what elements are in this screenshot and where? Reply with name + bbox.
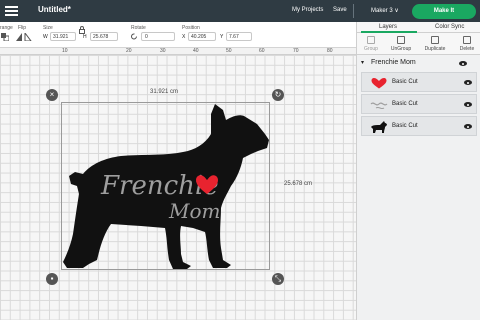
layer-group[interactable]: ▾ Frenchie Mom <box>357 57 480 70</box>
layers-panel: Layers Color Sync Group UnGroup Duplicat… <box>356 22 480 320</box>
save-button[interactable]: Save <box>333 7 347 13</box>
dog-icon <box>371 121 387 133</box>
chevron-down-icon: ∨ <box>394 8 399 14</box>
x-input[interactable]: 40.205 <box>188 32 216 41</box>
tab-layers[interactable]: Layers <box>379 24 397 30</box>
ruler-tick: 60 <box>259 48 265 54</box>
machine-name: Maker 3 <box>371 8 393 14</box>
y-value: 7.67 <box>229 34 239 40</box>
layer-name: Basic Cut <box>392 123 418 129</box>
trash-icon <box>463 36 471 44</box>
make-it-button[interactable]: Make It <box>412 4 476 19</box>
layer-tools: Group UnGroup Duplicate Delete <box>357 33 480 55</box>
delete-label: Delete <box>459 46 475 52</box>
ruler-tick: 20 <box>126 48 132 54</box>
group-button[interactable]: Group <box>359 36 383 52</box>
height-value: 25.678 <box>93 34 109 40</box>
lock-icon[interactable] <box>79 26 85 34</box>
height-dimension: 25.678 cm <box>284 181 313 187</box>
tab-color-sync[interactable]: Color Sync <box>435 24 464 30</box>
ruler-tick: 70 <box>293 48 299 54</box>
rotate-handle-icon[interactable]: ↻ <box>272 89 284 101</box>
group-name: Frenchie Mom <box>371 59 416 66</box>
lock-handle-icon[interactable]: ▪ <box>46 273 58 285</box>
chevron-down-icon[interactable]: ▾ <box>361 59 364 66</box>
ruler-tick: 50 <box>226 48 232 54</box>
visibility-eye-icon[interactable] <box>459 61 467 66</box>
rotate-value: 0 <box>145 34 148 40</box>
duplicate-icon <box>431 36 439 44</box>
design-text-line2: Mom <box>168 199 220 223</box>
resize-handle-icon[interactable]: ⤡ <box>272 273 284 285</box>
duplicate-label: Duplicate <box>424 46 446 52</box>
size-label: Size <box>43 25 53 31</box>
x-label: X <box>182 34 186 40</box>
delete-button[interactable]: Delete <box>455 36 479 52</box>
close-icon[interactable]: × <box>46 89 58 101</box>
divider <box>353 4 354 18</box>
layer-name: Basic Cut <box>392 101 418 107</box>
height-input[interactable]: 25.678 <box>90 32 118 41</box>
ruler-tick: 40 <box>193 48 199 54</box>
duplicate-button[interactable]: Duplicate <box>423 36 447 52</box>
ungroup-label: UnGroup <box>390 46 412 52</box>
ruler-tick: 10 <box>62 48 68 54</box>
horizontal-ruler: 10 20 30 40 50 60 70 80 <box>0 48 356 55</box>
position-label: Position <box>182 25 200 31</box>
layer-item[interactable]: Basic Cut <box>361 72 477 92</box>
height-label: H <box>83 34 87 40</box>
my-projects-link[interactable]: My Projects <box>292 7 323 13</box>
y-label: Y <box>220 34 224 40</box>
script-icon <box>370 102 388 110</box>
flip-label: Flip <box>18 25 27 31</box>
layer-item[interactable]: Basic Cut <box>361 94 477 114</box>
frenchie-mom-design[interactable]: Frenchie Mom <box>61 102 271 270</box>
layer-name: Basic Cut <box>392 79 418 85</box>
visibility-eye-icon[interactable] <box>464 102 472 107</box>
ruler-tick: 30 <box>160 48 166 54</box>
machine-select[interactable]: Maker 3 ∨ <box>371 7 399 14</box>
menu-icon[interactable] <box>5 6 18 16</box>
ungroup-icon <box>397 36 405 44</box>
panel-tabs: Layers Color Sync <box>357 22 480 33</box>
group-label: Group <box>364 46 378 52</box>
rotate-icon <box>131 33 137 40</box>
arrange-icon[interactable] <box>1 33 9 41</box>
top-bar: Untitled* My Projects Save Maker 3 ∨ Mak… <box>0 0 480 22</box>
width-input[interactable]: 31.921 <box>50 32 76 41</box>
heart-icon <box>371 78 387 89</box>
width-dimension: 31.921 cm <box>150 89 179 95</box>
y-input[interactable]: 7.67 <box>226 32 252 41</box>
rotate-input[interactable]: 0 <box>141 32 175 41</box>
flip-icon[interactable] <box>16 33 32 41</box>
arrange-label: range <box>0 25 13 31</box>
ruler-tick: 80 <box>327 48 333 54</box>
ungroup-button[interactable]: UnGroup <box>389 36 413 52</box>
width-value: 31.921 <box>53 34 69 40</box>
visibility-eye-icon[interactable] <box>464 124 472 129</box>
project-title[interactable]: Untitled* <box>38 5 71 14</box>
rotate-label: Rotate <box>131 25 146 31</box>
group-icon <box>367 36 375 44</box>
layer-item[interactable]: Basic Cut <box>361 116 477 136</box>
width-label: W <box>43 34 48 40</box>
x-value: 40.205 <box>191 34 207 40</box>
edit-toolbar: range Flip Size W 31.921 H 25.678 Rotate… <box>0 22 356 48</box>
visibility-eye-icon[interactable] <box>464 80 472 85</box>
